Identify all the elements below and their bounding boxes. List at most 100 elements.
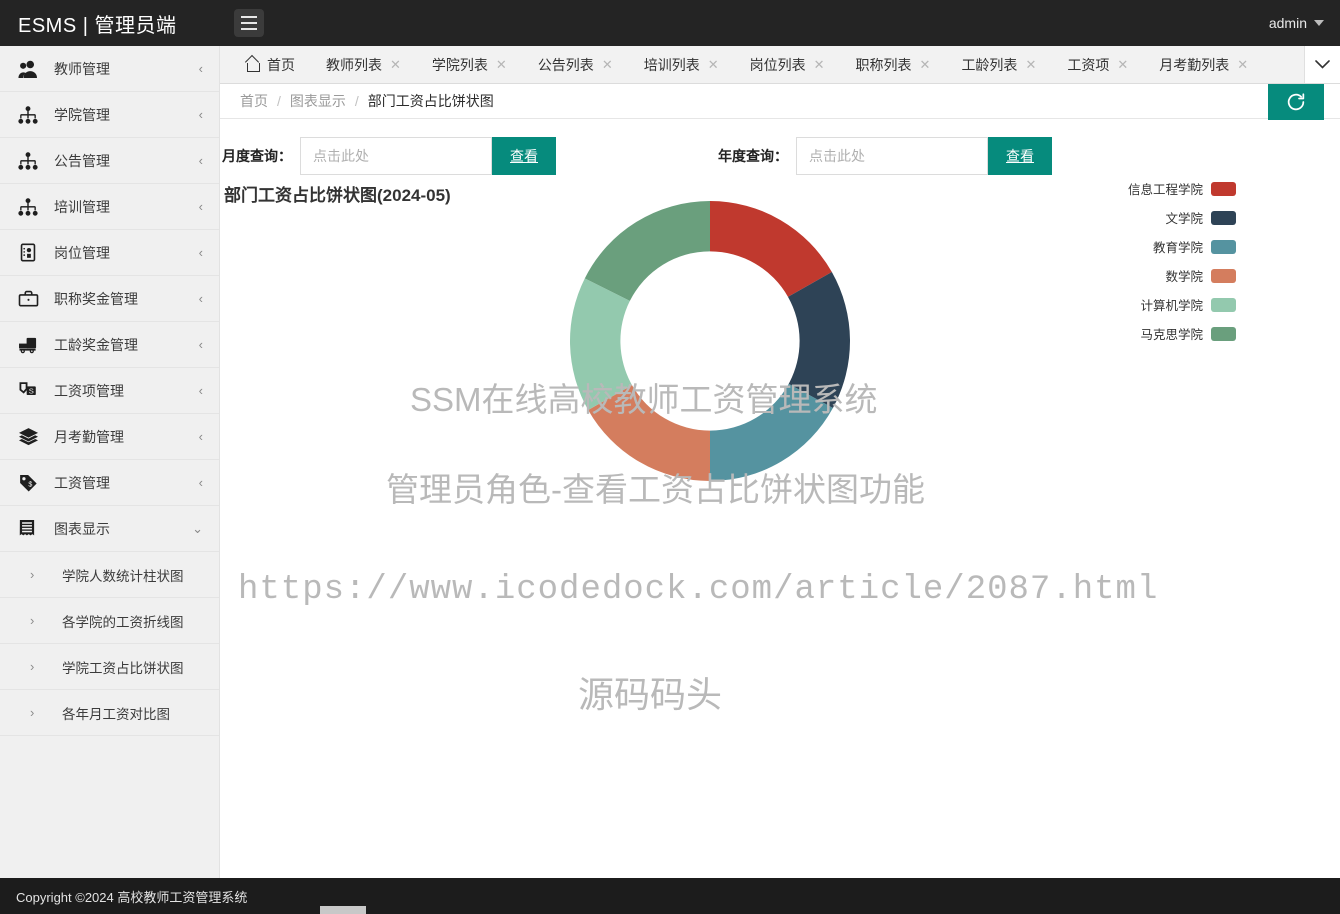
tab-label: 岗位列表 — [750, 55, 806, 75]
breadcrumb-section[interactable]: 图表显示 — [290, 91, 346, 111]
sidebar-item-label: 岗位管理 — [48, 243, 199, 263]
tab-close-icon[interactable]: ✕ — [602, 58, 613, 71]
watermark-line-3: https://www.icodedock.com/article/2087.h… — [238, 571, 1158, 609]
breadcrumb-home[interactable]: 首页 — [240, 91, 268, 111]
tab-7[interactable]: 工龄列表✕ — [946, 46, 1052, 83]
donut-chart-svg[interactable] — [560, 191, 860, 491]
chevron-left-icon: ‹ — [199, 246, 203, 259]
tab-close-icon[interactable]: ✕ — [1117, 58, 1128, 71]
user-name-label: admin — [1269, 15, 1307, 31]
sidebar-item-7[interactable]: 工龄奖金管理‹ — [0, 322, 219, 368]
month-query-input[interactable] — [300, 137, 492, 175]
legend-item-3[interactable]: 教育学院 — [1128, 237, 1236, 256]
tab-8[interactable]: 工资项✕ — [1052, 46, 1144, 83]
top-header: ESMS | 管理员端 admin — [0, 0, 1340, 46]
tab-close-icon[interactable]: ✕ — [1237, 58, 1248, 71]
sidebar-item-label: 各学院的工资折线图 — [56, 611, 203, 631]
legend-color-swatch — [1211, 240, 1236, 254]
sitemap-icon — [18, 103, 48, 127]
month-query-button[interactable]: 查看 — [492, 137, 556, 175]
sidebar-item-15[interactable]: ›各年月工资对比图 — [0, 690, 219, 736]
tab-close-icon[interactable]: ✕ — [390, 58, 401, 71]
legend-item-2[interactable]: 文学院 — [1128, 208, 1236, 227]
donut-slice-6[interactable] — [585, 201, 710, 301]
legend-color-swatch — [1211, 298, 1236, 312]
legend-label: 数学院 — [1165, 266, 1203, 285]
sidebar-item-3[interactable]: 公告管理‹ — [0, 138, 219, 184]
user-menu[interactable]: admin — [1269, 15, 1340, 31]
tab-1[interactable]: 教师列表✕ — [311, 46, 417, 83]
sidebar-item-1[interactable]: 教师管理‹ — [0, 46, 219, 92]
donut-slice-3[interactable] — [710, 384, 833, 481]
tab-close-icon[interactable]: ✕ — [708, 58, 719, 71]
tab-close-icon[interactable]: ✕ — [920, 58, 931, 71]
sidebar-item-8[interactable]: S工资项管理‹ — [0, 368, 219, 414]
year-query-group: 年度查询： 查看 — [718, 137, 1052, 175]
hamburger-icon[interactable] — [234, 9, 264, 37]
chevron-down-icon: ⌄ — [192, 522, 203, 535]
breadcrumb: 首页 / 图表显示 / 部门工资占比饼状图 — [220, 84, 1340, 119]
donut-slice-2[interactable] — [788, 272, 850, 408]
app-root: ESMS | 管理员端 admin 教师管理‹学院管理‹公告管理‹培训管理‹岗位… — [0, 0, 1340, 914]
sidebar-item-11[interactable]: 图表显示⌄ — [0, 506, 219, 552]
year-query-button-label: 查看 — [1006, 148, 1034, 164]
legend-label: 信息工程学院 — [1128, 179, 1203, 198]
legend-item-5[interactable]: 计算机学院 — [1128, 295, 1236, 314]
sitemap-icon — [18, 149, 48, 173]
sidebar-item-2[interactable]: 学院管理‹ — [0, 92, 219, 138]
chevron-left-icon: ‹ — [199, 430, 203, 443]
sidebar-item-10[interactable]: $工资管理‹ — [0, 460, 219, 506]
legend-item-6[interactable]: 马克思学院 — [1128, 324, 1236, 343]
tab-home[interactable]: 首页 — [220, 46, 311, 83]
tab-2[interactable]: 学院列表 ✕ — [417, 46, 523, 83]
sidebar-item-12[interactable]: ›学院人数统计柱状图 — [0, 552, 219, 598]
legend-item-4[interactable]: 数学院 — [1128, 266, 1236, 285]
tags-icon: $ — [18, 471, 48, 495]
month-query-label: 月度查询： — [222, 146, 300, 166]
horizontal-scrollbar-thumb[interactable] — [320, 906, 366, 914]
year-query-button[interactable]: 查看 — [988, 137, 1052, 175]
year-query-input[interactable] — [796, 137, 988, 175]
id-badge-icon — [18, 241, 48, 265]
legend-item-1[interactable]: 信息工程学院 — [1128, 179, 1236, 198]
sitemap-icon — [18, 195, 48, 219]
tab-6[interactable]: 职称列表✕ — [841, 46, 947, 83]
month-query-group: 月度查询： 查看 — [222, 137, 556, 175]
breadcrumb-separator: / — [355, 93, 359, 109]
tab-label: 公告列表 — [538, 55, 594, 75]
chart-legend[interactable]: 信息工程学院文学院教育学院数学院计算机学院马克思学院 — [1128, 179, 1236, 343]
legend-color-swatch — [1211, 211, 1236, 225]
chevron-right-icon: › — [30, 655, 56, 679]
sidebar-item-6[interactable]: 职称奖金管理‹ — [0, 276, 219, 322]
tab-4[interactable]: 培训列表✕ — [629, 46, 735, 83]
tab-close-icon[interactable]: ✕ — [1025, 58, 1036, 71]
watermark-line-4: 源码码头 — [578, 666, 722, 718]
donut-slice-5[interactable] — [570, 278, 632, 410]
tab-strip[interactable]: 首页 教师列表✕学院列表✕公告列表✕培训列表✕岗位列表✕职称列表✕工龄列表✕工资… — [220, 46, 1340, 84]
tab-close-icon[interactable]: ✕ — [496, 58, 507, 71]
tabs-more-button[interactable] — [1304, 46, 1340, 83]
tab-3[interactable]: 公告列表 ✕ — [523, 46, 629, 83]
chevron-left-icon: ‹ — [199, 200, 203, 213]
refresh-button[interactable] — [1268, 83, 1324, 120]
donut-chart[interactable] — [560, 191, 860, 496]
tab-close-icon[interactable]: ✕ — [814, 58, 825, 71]
sidebar-item-label: 学院工资占比饼状图 — [56, 657, 203, 677]
sidebar-item-4[interactable]: 培训管理‹ — [0, 184, 219, 230]
tab-9[interactable]: 月考勤列表✕ — [1144, 46, 1264, 83]
tab-label: 学院列表 — [432, 55, 488, 75]
chevron-right-icon: › — [30, 701, 56, 725]
sidebar[interactable]: 教师管理‹学院管理‹公告管理‹培训管理‹岗位管理‹职称奖金管理‹工龄奖金管理‹S… — [0, 46, 220, 914]
tab-home-label: 首页 — [267, 55, 295, 75]
month-query-button-label: 查看 — [510, 148, 538, 164]
sidebar-item-label: 学院人数统计柱状图 — [56, 565, 203, 585]
svg-text:$: $ — [28, 480, 32, 488]
sidebar-item-13[interactable]: ›各学院的工资折线图 — [0, 598, 219, 644]
sidebar-item-5[interactable]: 岗位管理‹ — [0, 230, 219, 276]
sidebar-item-14[interactable]: ›学院工资占比饼状图 — [0, 644, 219, 690]
sidebar-item-9[interactable]: 月考勤管理‹ — [0, 414, 219, 460]
caret-down-icon — [1314, 20, 1324, 26]
breadcrumb-separator: / — [277, 93, 281, 109]
tab-5[interactable]: 岗位列表 ✕ — [735, 46, 841, 83]
users-icon — [18, 57, 48, 81]
